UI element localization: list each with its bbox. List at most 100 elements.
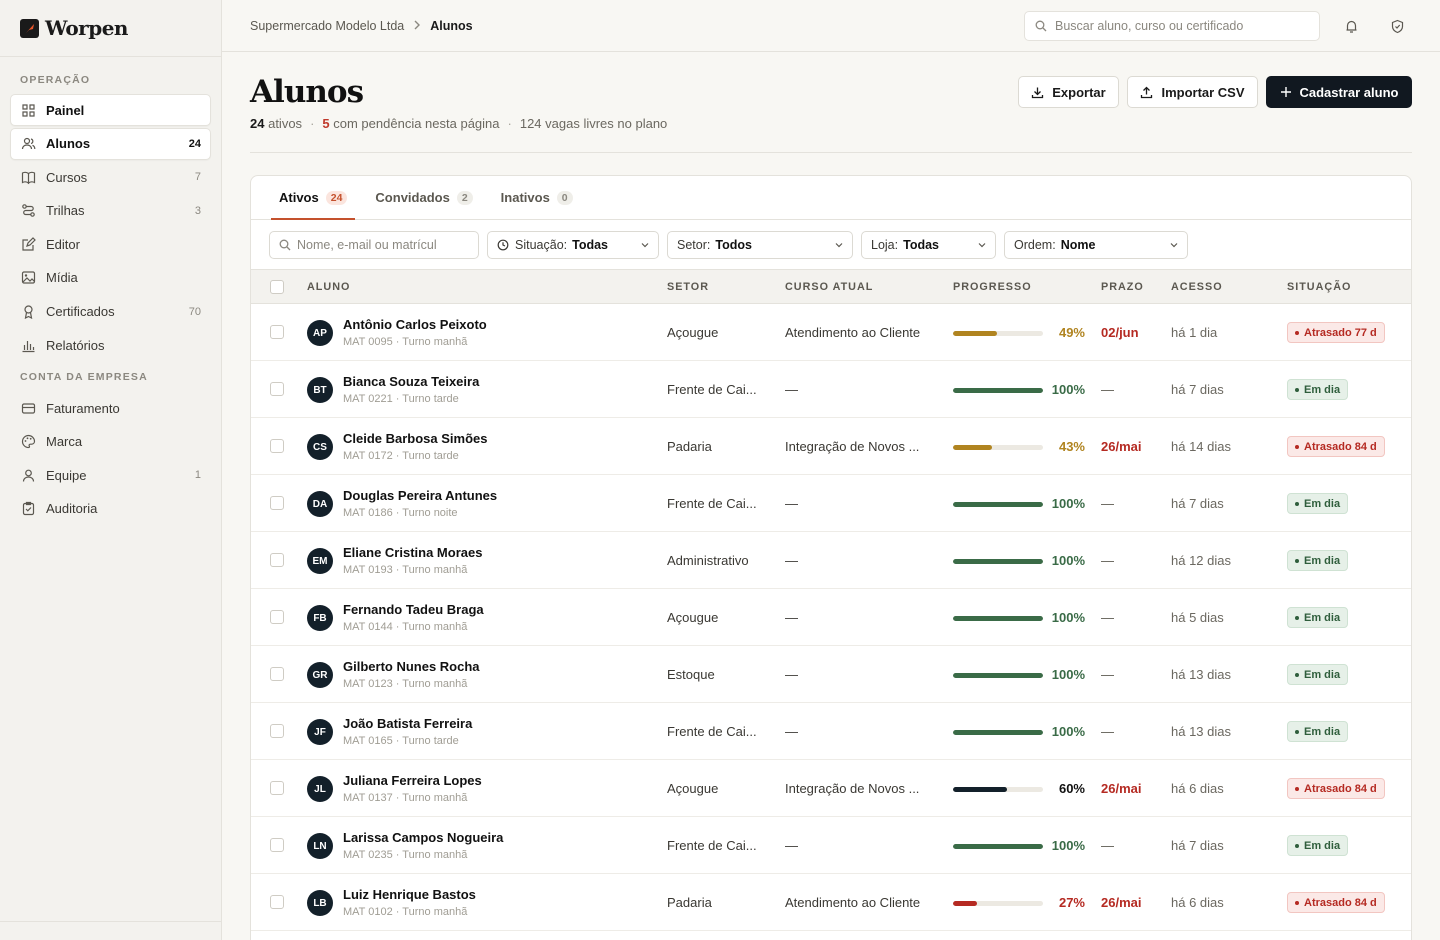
setor-filter[interactable]: Setor: Todos [667,230,853,259]
sidebar: Worpen OPERAÇÃO Painel Alunos 24 Cursos 7 Tri… [0,0,222,940]
student-meta: MAT 0165 · Turno tarde [343,735,459,747]
student-search-input[interactable]: Nome, e-mail ou matrícul [269,230,479,259]
current-course: — [785,838,798,853]
student-name[interactable]: Bianca Souza Teixeira [343,374,479,389]
students-card: Ativos 24 Convidados 2 Inativos 0 Nome, e-mai… [250,175,1412,940]
avatar: AP [307,320,333,346]
table-row[interactable]: BT Bianca Souza Teixeira MAT 0221 · Turno … [251,361,1411,418]
row-checkbox[interactable] [270,610,284,624]
tab-label: Convidados [375,190,450,205]
status-badge: Em dia [1287,493,1349,514]
status-text: Atrasado 77 d [1304,326,1377,339]
row-checkbox[interactable] [270,781,284,795]
sidebar-item-cursos[interactable]: Cursos 7 [10,161,211,193]
avatar: BT [307,377,333,403]
table-row[interactable]: JF João Batista Ferreira MAT 0165 · Turno … [251,703,1411,760]
row-checkbox[interactable] [270,439,284,453]
chevron-down-icon [978,242,986,247]
sidebar-item-certificados[interactable]: Certificados 70 [10,296,211,328]
table-row[interactable]: JL Juliana Ferreira Lopes MAT 0137 · Turno… [251,760,1411,817]
table-row[interactable]: FB Fernando Tadeu Braga MAT 0144 · Turno m… [251,589,1411,646]
student-name[interactable]: Luiz Henrique Bastos [343,887,476,902]
table-row[interactable]: LN Larissa Campos Nogueira MAT 0235 · Turn… [251,817,1411,874]
student-name[interactable]: Douglas Pereira Antunes [343,488,497,503]
col-progresso[interactable]: PROGRESSO [953,281,1032,293]
sidebar-item-painel[interactable]: Painel [10,94,211,126]
avatar: JF [307,719,333,745]
sidebar-item-marca[interactable]: Marca [10,426,211,458]
sidebar-item-alunos[interactable]: Alunos 24 [10,127,211,160]
breadcrumb-company[interactable]: Supermercado Modelo Ltda [250,19,404,33]
card-icon [21,401,36,416]
status-text: Em dia [1304,668,1341,681]
student-name[interactable]: Eliane Cristina Moraes [343,545,482,560]
create-student-button[interactable]: Cadastrar aluno [1266,76,1412,108]
student-sector: Padaria [667,439,712,454]
tab-inativos[interactable]: Inativos 0 [493,176,581,219]
select-all-checkbox[interactable] [270,280,284,294]
sidebar-item-trilhas[interactable]: Trilhas 3 [10,195,211,227]
student-name[interactable]: Antônio Carlos Peixoto [343,317,487,332]
sidebar-item-auditoria[interactable]: Auditoria [10,493,211,525]
table-row[interactable]: CS Cleide Barbosa Simões MAT 0172 · Turno … [251,418,1411,475]
avatar: GR [307,662,333,688]
last-access: há 13 dias [1171,724,1231,739]
global-search-input[interactable]: Buscar aluno, curso ou certificado [1024,11,1320,41]
row-checkbox[interactable] [270,325,284,339]
progress-percent: 100% [1051,724,1085,739]
brand[interactable]: Worpen [0,0,221,57]
col-curso-atual[interactable]: CURSO ATUAL [785,281,873,293]
status-dot-icon [1295,786,1299,791]
row-checkbox[interactable] [270,496,284,510]
row-checkbox[interactable] [270,553,284,567]
table-row[interactable]: LB Luiz Henrique Bastos MAT 0102 · Turno m… [251,874,1411,931]
progress-bar-fill [953,730,1043,735]
status-badge: Atrasado 77 d [1287,322,1385,343]
sidebar-item-count: 3 [194,204,201,217]
situacao-filter[interactable]: Situação: Todas [487,230,659,259]
student-name[interactable]: Larissa Campos Nogueira [343,830,503,845]
situacao-filter-value: Todas [572,237,609,252]
student-name[interactable]: João Batista Ferreira [343,716,472,731]
student-name[interactable]: Cleide Barbosa Simões [343,431,488,446]
export-button[interactable]: Exportar [1018,76,1119,108]
student-name[interactable]: Fernando Tadeu Braga [343,602,484,617]
tab-ativos[interactable]: Ativos 24 [271,176,356,220]
col-aluno[interactable]: ALUNO [307,281,350,293]
progress-bar-fill [953,502,1043,507]
ordem-filter[interactable]: Ordem: Nome [1004,230,1188,259]
sidebar-item-faturamento[interactable]: Faturamento [10,392,211,424]
shield-icon[interactable] [1388,17,1406,35]
tab-count-badge: 2 [456,190,473,205]
sidebar-item-editor[interactable]: Editor [10,228,211,260]
row-checkbox[interactable] [270,724,284,738]
sidebar-item-label: Equipe [46,467,87,483]
table-row[interactable]: AP Antônio Carlos Peixoto MAT 0095 · Turno… [251,304,1411,361]
sidebar-item-relatorios[interactable]: Relatórios [10,329,211,361]
status-dot-icon [1295,900,1299,905]
last-access: há 6 dias [1171,781,1224,796]
row-checkbox[interactable] [270,382,284,396]
table-row[interactable]: DA Douglas Pereira Antunes MAT 0186 · Turn… [251,475,1411,532]
vacancies-text: 124 vagas livres no plano [519,116,668,131]
col-situacao[interactable]: SITUAÇÃO [1287,281,1351,293]
page-title: Alunos [250,74,364,110]
bell-icon[interactable] [1342,17,1360,35]
sidebar-item-equipe[interactable]: Equipe 1 [10,459,211,491]
col-prazo[interactable]: PRAZO [1101,281,1144,293]
nav-section-operacao: OPERAÇÃO [20,74,91,86]
student-name[interactable]: Gilberto Nunes Rocha [343,659,480,674]
loja-filter[interactable]: Loja: Todas [861,230,996,259]
student-name[interactable]: Juliana Ferreira Lopes [343,773,482,788]
tab-convidados[interactable]: Convidados 2 [367,176,480,219]
row-checkbox[interactable] [270,838,284,852]
col-setor[interactable]: SETOR [667,281,709,293]
row-checkbox[interactable] [270,667,284,681]
table-row[interactable]: GR Gilberto Nunes Rocha MAT 0123 · Turno m… [251,646,1411,703]
pending-count: 5 [322,116,330,131]
sidebar-item-midia[interactable]: Mídia [10,262,211,294]
col-acesso[interactable]: ACESSO [1171,281,1223,293]
table-row[interactable]: EM Eliane Cristina Moraes MAT 0193 · Turno… [251,532,1411,589]
row-checkbox[interactable] [270,895,284,909]
import-csv-button[interactable]: Importar CSV [1127,76,1258,108]
